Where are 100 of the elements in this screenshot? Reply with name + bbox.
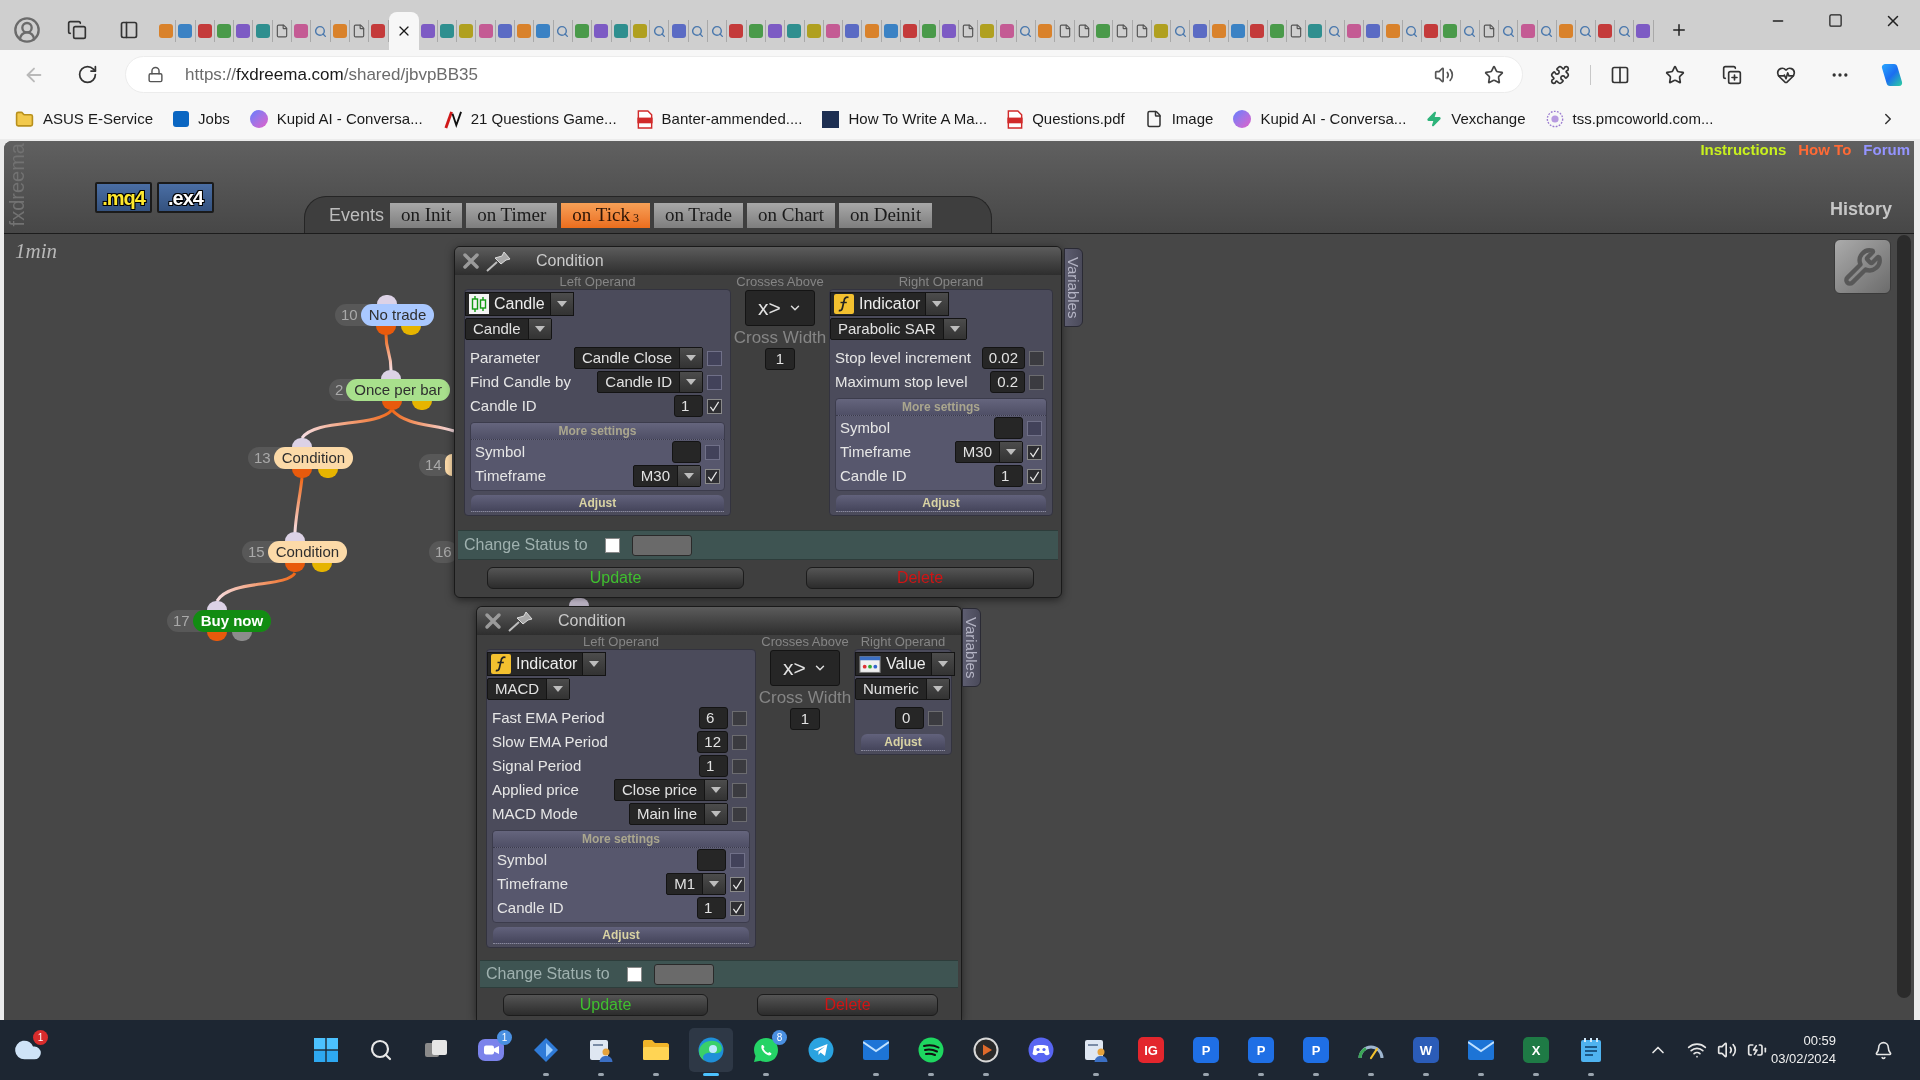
clock-date[interactable]: 03/02/2024 [1771, 1050, 1837, 1068]
browser-tab[interactable] [1229, 20, 1249, 42]
checkbox[interactable] [732, 782, 747, 798]
operator-dropdown[interactable]: x> [770, 650, 840, 686]
browser-tab[interactable] [1190, 20, 1210, 42]
taskbar-button[interactable]: W [1404, 1028, 1448, 1072]
event-tab[interactable]: on Trade [653, 202, 743, 228]
caret-icon[interactable] [527, 319, 551, 339]
browser-tab[interactable] [746, 20, 766, 42]
checkbox[interactable] [1029, 374, 1044, 390]
nav-link[interactable]: Instructions [1700, 141, 1787, 159]
caret-icon[interactable] [704, 780, 727, 800]
bookmark[interactable]: Jobs [173, 107, 230, 131]
browser-tab[interactable] [214, 20, 235, 42]
address-bar[interactable]: https://fxdreema.com/shared/jbvpBB35 [125, 56, 1523, 93]
input-field[interactable]: 1 [674, 395, 703, 417]
bookmark[interactable]: Image [1144, 107, 1214, 131]
speaker-icon[interactable] [1717, 1040, 1737, 1060]
wifi-icon[interactable] [1687, 1040, 1707, 1060]
puzzle-icon[interactable] [1550, 64, 1570, 85]
browser-tab[interactable] [901, 20, 921, 42]
lock-icon[interactable] [147, 66, 164, 83]
checkbox[interactable] [732, 758, 747, 774]
input-field[interactable]: 0.2 [990, 371, 1025, 393]
dropdown[interactable]: M30 [954, 441, 1023, 463]
browser-tab[interactable] [1267, 20, 1287, 42]
port-icon[interactable] [232, 632, 252, 641]
port-icon[interactable] [569, 598, 589, 606]
browser-tab[interactable] [1595, 20, 1615, 42]
adjust-button[interactable]: Adjust [861, 734, 945, 751]
browser-tab[interactable] [843, 20, 863, 42]
taskbar-button[interactable]: P [1239, 1028, 1283, 1072]
star-icon[interactable] [1484, 64, 1504, 85]
bookmark[interactable]: Banter-ammended.... [636, 107, 803, 131]
port-icon[interactable] [312, 563, 332, 572]
bookmark[interactable]: How To Write A Ma... [822, 107, 988, 131]
checkbox[interactable] [730, 876, 745, 892]
browser-tab[interactable] [727, 20, 747, 42]
port-icon[interactable] [412, 401, 432, 410]
caret-icon[interactable] [549, 293, 573, 315]
ribbon-logo-icon[interactable] [1880, 62, 1904, 87]
adjust-button[interactable]: Adjust [493, 927, 749, 944]
browser-tab[interactable] [253, 20, 273, 42]
caret-icon[interactable] [925, 679, 949, 699]
bookmark[interactable]: Kupid AI - Conversa... [249, 107, 423, 131]
input-field[interactable] [697, 849, 726, 871]
browser-tab[interactable] [1248, 20, 1268, 42]
port-icon[interactable] [292, 438, 312, 447]
browser-tab[interactable] [418, 20, 438, 42]
type-dropdown[interactable]: Indicator [487, 652, 607, 676]
checkbox[interactable] [732, 734, 747, 750]
input-field[interactable] [672, 441, 701, 463]
browser-tab[interactable] [920, 20, 940, 42]
taskbar-button[interactable]: P [1184, 1028, 1228, 1072]
taskbar-button[interactable]: 1 [6, 1028, 50, 1072]
dropdown[interactable]: Candle [465, 318, 552, 340]
browser-tab[interactable] [1306, 20, 1326, 42]
bookmark[interactable]: Vexchange [1426, 107, 1526, 131]
taskbar-button[interactable]: IG [1129, 1028, 1173, 1072]
browser-tab[interactable] [292, 20, 312, 42]
taskbar-button[interactable]: X [1514, 1028, 1558, 1072]
caret-icon[interactable] [702, 874, 725, 894]
input-field[interactable]: 0.02 [981, 347, 1025, 369]
checkbox[interactable] [730, 900, 745, 916]
maximize-icon[interactable] [1827, 13, 1843, 28]
port-icon[interactable] [382, 401, 402, 410]
input-field[interactable]: 1 [765, 348, 795, 370]
checkbox[interactable] [604, 537, 620, 553]
caret-icon[interactable] [679, 372, 702, 392]
dropdown[interactable]: Close price [613, 779, 728, 801]
pin-icon[interactable] [485, 250, 513, 272]
port-icon[interactable] [285, 532, 305, 541]
caret-icon[interactable] [677, 466, 700, 486]
browser-tab[interactable] [669, 20, 689, 42]
export-button[interactable]: .ex4 [157, 182, 214, 213]
update-button[interactable]: Update [503, 994, 708, 1016]
clock-time[interactable]: 00:59 [1803, 1032, 1837, 1050]
port-icon[interactable] [207, 601, 227, 610]
port-icon[interactable] [377, 295, 397, 304]
caret-icon[interactable] [546, 679, 570, 699]
checkbox[interactable] [1027, 468, 1042, 484]
bookmark[interactable]: 21 Questions Game... [442, 107, 617, 131]
browser-tab[interactable] [476, 20, 496, 42]
pin-icon[interactable] [507, 610, 535, 632]
event-tab[interactable]: on Deinit [838, 202, 933, 228]
checkbox[interactable] [707, 398, 722, 414]
browser-tab[interactable] [1518, 20, 1538, 42]
caret-icon[interactable] [704, 804, 727, 824]
browser-tab[interactable] [534, 20, 554, 42]
browser-tab[interactable] [369, 20, 389, 42]
collections-icon[interactable] [1722, 64, 1742, 85]
profile-icon[interactable] [13, 16, 41, 44]
caret-icon[interactable] [930, 653, 954, 675]
input-field[interactable] [653, 963, 714, 985]
checkbox[interactable] [1027, 444, 1042, 460]
flow-node[interactable]: 15 Condition [242, 541, 348, 563]
operator-dropdown[interactable]: x> [745, 290, 815, 326]
port-icon[interactable] [285, 563, 305, 572]
browser-tab[interactable] [1441, 20, 1461, 42]
dropdown[interactable]: Main line [628, 803, 728, 825]
